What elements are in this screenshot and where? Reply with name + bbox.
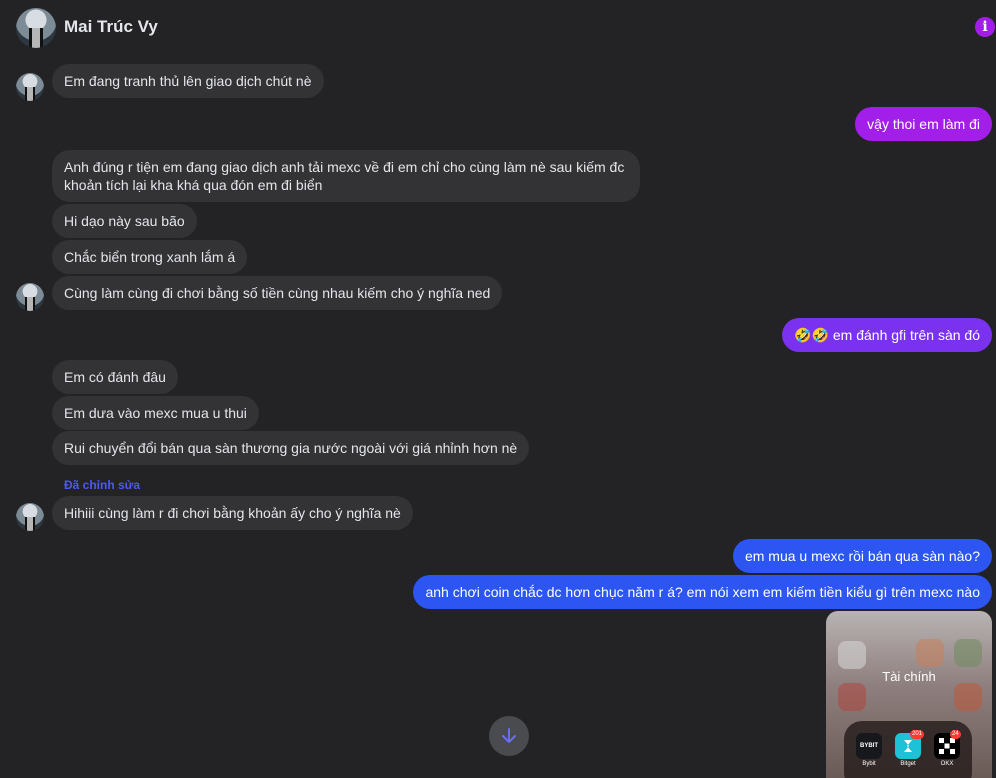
sender-avatar[interactable] xyxy=(16,283,44,311)
info-icon[interactable]: i xyxy=(975,17,995,37)
incoming-message[interactable]: Hi dạo này sau bão xyxy=(52,204,197,238)
image-attachment[interactable]: Tài chính BYBIT Bybit 201 Bitget 24 OKX xyxy=(826,611,992,778)
app-label: Bitget xyxy=(900,761,916,767)
app-label: OKX xyxy=(940,761,954,767)
sender-avatar[interactable] xyxy=(16,73,44,101)
notification-badge: 201 xyxy=(910,730,925,739)
sender-avatar[interactable] xyxy=(16,503,44,531)
chat-window: Mai Trúc Vy i Em đang tranh thủ lên giao… xyxy=(0,0,996,778)
app-folder: BYBIT Bybit 201 Bitget 24 OKX xyxy=(844,721,972,778)
incoming-message[interactable]: Em dưa vào mexc mua u thui xyxy=(52,396,259,430)
incoming-message[interactable]: Em có đánh đâu xyxy=(52,360,178,394)
incoming-message[interactable]: Rui chuyển đổi bán qua sàn thương gia nư… xyxy=(52,431,530,465)
notification-badge: 24 xyxy=(950,730,961,739)
outgoing-message[interactable]: anh chơi coin chắc dc hơn chục năm r á? … xyxy=(413,575,992,609)
outgoing-message[interactable]: em mua u mexc rồi bán qua sàn nào? xyxy=(732,539,992,573)
edited-label[interactable]: Đã chỉnh sửa xyxy=(64,478,140,492)
chat-header: Mai Trúc Vy i xyxy=(0,0,996,56)
scroll-to-bottom-button[interactable] xyxy=(489,716,529,756)
folder-label: Tài chính xyxy=(882,669,936,684)
contact-avatar[interactable] xyxy=(16,8,56,48)
incoming-message[interactable]: Chắc biển trong xanh lắm á xyxy=(52,240,248,274)
incoming-message[interactable]: Hihiii cùng làm r đi chơi bằng khoản ấy … xyxy=(52,496,413,530)
incoming-message[interactable]: Cùng làm cùng đi chơi bằng số tiền cùng … xyxy=(52,276,503,310)
contact-name[interactable]: Mai Trúc Vy xyxy=(64,17,158,37)
bybit-app-icon: BYBIT xyxy=(856,733,882,759)
incoming-message[interactable]: Em đang tranh thủ lên giao dịch chút nè xyxy=(52,64,324,98)
arrow-down-icon xyxy=(502,728,516,743)
app-label: Bybit xyxy=(862,761,876,767)
incoming-message[interactable]: Anh đúng r tiện em đang giao dịch anh tả… xyxy=(52,150,640,202)
outgoing-message[interactable]: vậy thoi em làm đi xyxy=(855,107,992,141)
laughing-emoji-icon: 🤣🤣 xyxy=(794,327,829,343)
outgoing-message[interactable]: 🤣🤣 em đánh gfi trên sàn đó xyxy=(782,318,992,352)
message-text: em đánh gfi trên sàn đó xyxy=(829,327,980,343)
